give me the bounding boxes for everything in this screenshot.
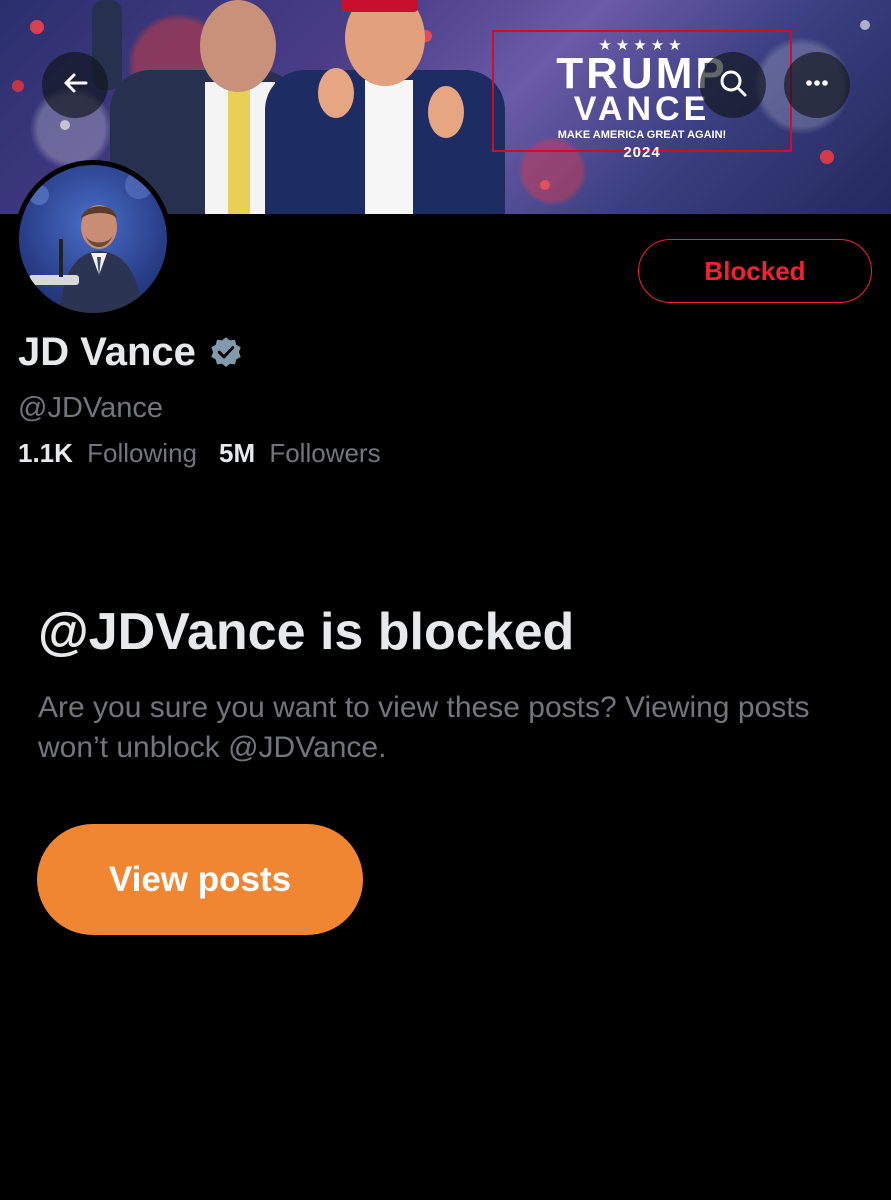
more-button[interactable]: [784, 52, 850, 118]
search-button[interactable]: [700, 52, 766, 118]
avatar[interactable]: [14, 160, 172, 318]
following-stat[interactable]: 1.1K Following: [18, 438, 197, 469]
blocked-notice-description: Are you sure you want to view these post…: [38, 691, 810, 764]
blocked-notice-title: @JDVance is blocked: [38, 603, 575, 661]
more-horizontal-icon: [802, 68, 832, 103]
profile-name-text: JD Vance: [18, 330, 196, 374]
back-button[interactable]: [42, 52, 108, 118]
profile-name: JD Vance: [18, 330, 244, 375]
following-count: 1.1K: [18, 438, 73, 468]
arrow-left-icon: [60, 68, 90, 103]
blocked-button[interactable]: Blocked: [638, 239, 872, 303]
followers-stat[interactable]: 5M Followers: [219, 438, 381, 469]
view-posts-button[interactable]: View posts: [37, 824, 363, 935]
search-icon: [718, 68, 748, 103]
followers-count: 5M: [218, 438, 256, 468]
profile-handle: @JDVance: [18, 392, 163, 424]
followers-label: Followers: [269, 438, 381, 468]
following-label: Following: [87, 438, 197, 468]
verified-badge-icon: [208, 335, 244, 371]
profile-stats: 1.1K Following 5M Followers: [18, 438, 403, 469]
